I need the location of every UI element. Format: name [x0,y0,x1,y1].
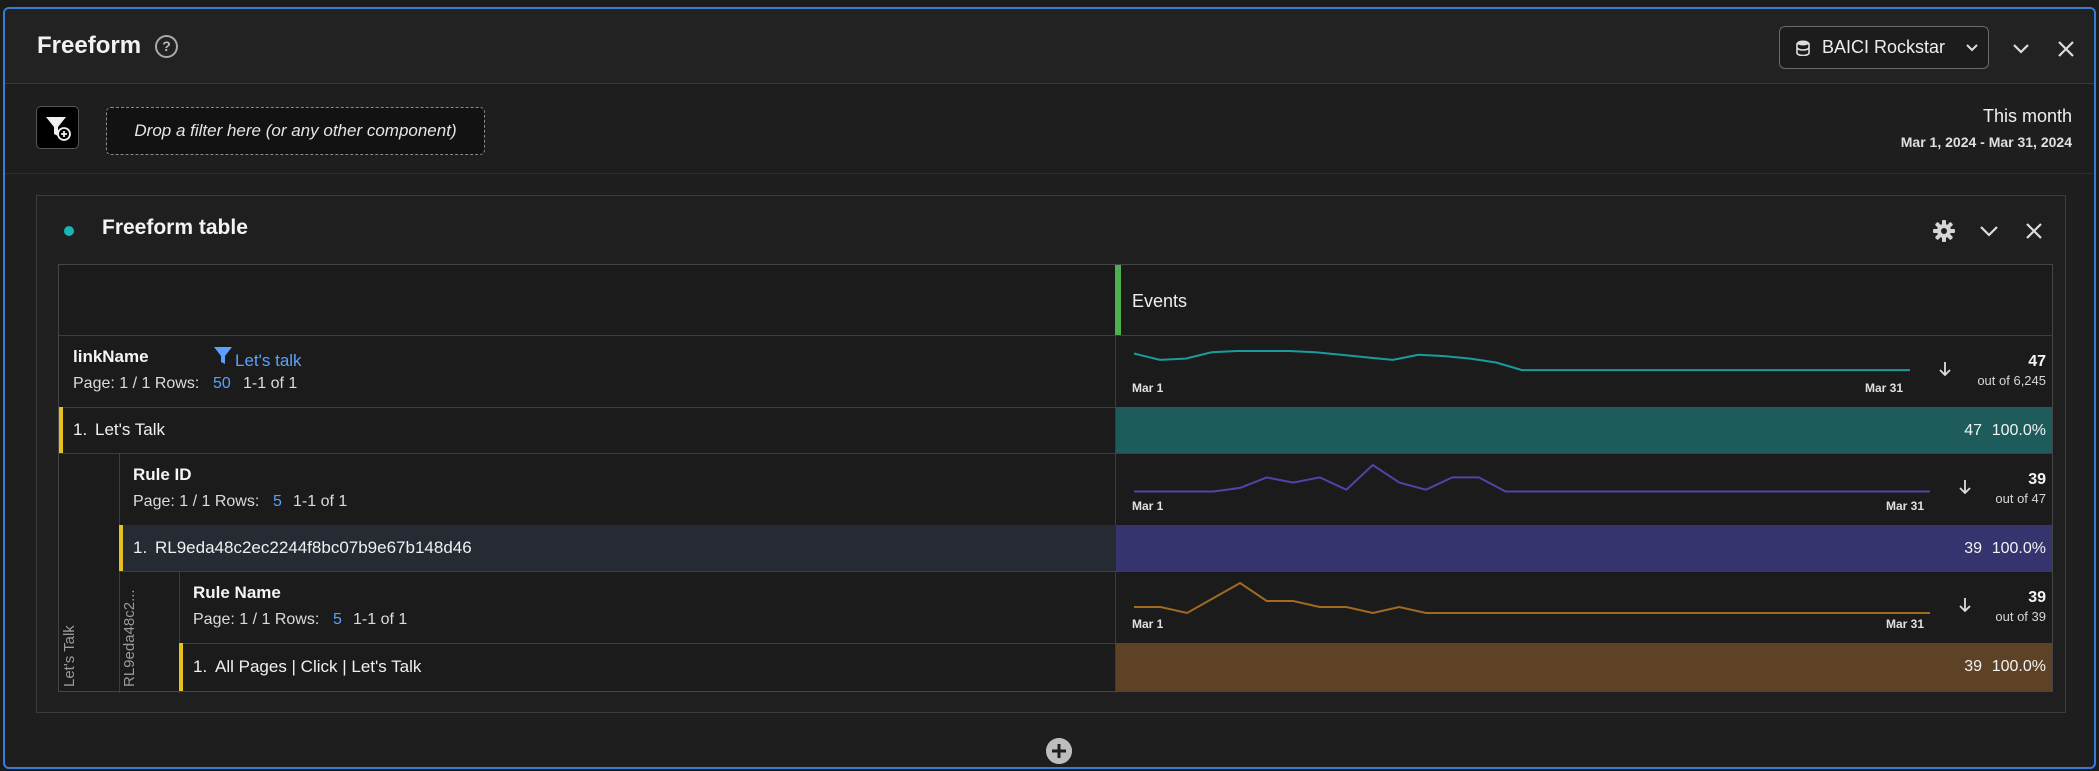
pagination-range: 1-1 of 1 [243,375,298,392]
filter-drop-zone[interactable]: Drop a filter here (or any other compone… [106,107,485,155]
sparkline-linkname [1133,350,1910,372]
database-icon [1796,40,1810,56]
chevron-down-icon[interactable] [1976,218,2002,244]
pagination-label: Page: 1 / 1 Rows: [133,493,260,510]
row-value-bar [1116,643,2052,691]
question-circle-icon[interactable]: ? [155,35,178,58]
column-total: 39 [2028,471,2046,488]
row-label-rule-id[interactable]: RL9eda48c2ec2244f8bc07b9e67b148d46 [155,538,472,558]
date-range-value[interactable]: Mar 1, 2024 - Mar 31, 2024 [1901,134,2072,150]
row-selection-bar [119,525,123,571]
sparkline-end-label: Mar 31 [1886,617,1925,631]
gear-icon[interactable] [1931,218,1957,244]
row-value: 47 [1964,422,1982,439]
sparkline-start-label: Mar 1 [1132,617,1164,631]
row-index: 1. [73,420,88,439]
filter-icon [214,347,232,364]
filter-bar: Drop a filter here (or any other compone… [5,84,2094,174]
row-divider [119,571,2052,572]
row-percent: 100.0% [1991,540,2046,557]
column-total-subtext: out of 6,245 [1977,373,2046,388]
gutter-label-inner: RL9eda48c2... [121,589,138,687]
sparkline-path [1134,581,1930,615]
dimension-filter-tag[interactable]: Let's talk [235,351,302,371]
filter-add-icon [46,117,71,141]
metric-column-header[interactable]: Events [1132,291,1187,312]
report-suite-label: BAICI Rockstar [1822,37,1946,57]
sparkline-start-label: Mar 1 [1132,499,1164,513]
close-icon[interactable] [2021,218,2047,244]
sparkline-start-label: Mar 1 [1132,381,1164,395]
pagination-label: Page: 1 / 1 Rows: [193,611,320,628]
freeform-panel: Freeform ? BAICI Rockstar Drop a filter … [3,7,2096,769]
row-index: 1. [133,538,148,557]
row-selection-bar [59,407,63,453]
rows-selector[interactable]: 5 [333,611,342,629]
rows-selector[interactable]: 50 [213,375,231,393]
dimension-name-rule-id[interactable]: Rule ID [133,465,192,485]
row-percent: 100.0% [1991,658,2046,675]
arrow-down-icon[interactable] [1939,361,1951,377]
date-range-title[interactable]: This month [1983,106,2072,127]
dimension-name-linkname[interactable]: linkName [73,347,149,367]
sparkline-end-label: Mar 31 [1865,381,1904,395]
pagination-range: 1-1 of 1 [293,493,348,510]
row-value: 39 [1964,540,1982,557]
row-selection-bar [179,643,183,691]
header-divider [59,335,2052,336]
column-total: 39 [2028,589,2046,606]
row-index: 1. [193,657,208,676]
freeform-table-panel: Freeform table Events linkName Let's tal… [36,195,2066,713]
column-drag-handle[interactable] [1115,265,1121,335]
sparkline-path [1133,350,1910,372]
collapse-panel-chevron-icon[interactable] [2011,39,2031,59]
arrow-down-icon[interactable] [1959,479,1971,495]
row-value-bar [1116,525,2052,571]
column-total-subtext: out of 47 [1995,491,2046,506]
column-total-subtext: out of 39 [1995,609,2046,624]
pagination-range: 1-1 of 1 [353,611,408,628]
sparkline-rule-name [1134,581,1930,615]
row-label-rule-name[interactable]: All Pages | Click | Let's Talk [215,657,421,677]
filter-add-button[interactable] [36,106,79,149]
plus-circle-icon[interactable] [1046,738,1072,764]
sparkline-path [1134,463,1930,493]
dimension-name-rule-name[interactable]: Rule Name [193,583,281,603]
row-value: 39 [1964,658,1982,675]
sparkline-end-label: Mar 31 [1886,499,1925,513]
sparkline-rule-id [1134,463,1930,493]
panel-header: Freeform ? BAICI Rockstar [5,9,2094,84]
rows-selector[interactable]: 5 [273,493,282,511]
row-percent: 100.0% [1991,422,2046,439]
report-suite-selector[interactable]: BAICI Rockstar [1779,26,1989,69]
arrow-down-icon[interactable] [1959,597,1971,613]
row-label-lets-talk[interactable]: Let's Talk [95,420,165,440]
close-panel-icon[interactable] [2056,39,2076,59]
chevron-down-icon [1966,43,1978,51]
panel-title: Freeform [37,32,142,59]
freeform-table: Events linkName Let's talk Page: 1 / 1 R… [58,264,2053,693]
row-value-bar [1116,407,2052,453]
pagination-label: Page: 1 / 1 Rows: [73,375,200,392]
gutter-label-outer: Let's Talk [61,625,78,687]
panel-status-dot [64,226,74,236]
column-total: 47 [2028,353,2046,370]
table-panel-title: Freeform table [102,216,248,239]
row-divider [59,453,2052,454]
breakdown-gutter [119,453,120,693]
